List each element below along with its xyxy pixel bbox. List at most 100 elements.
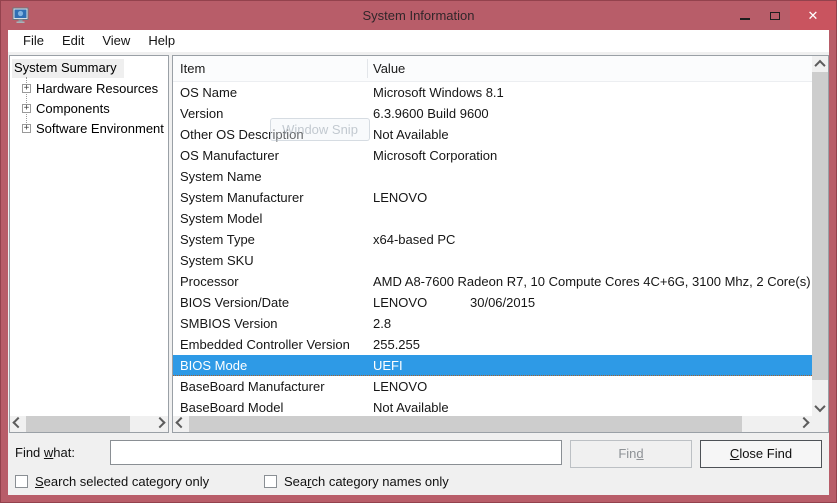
table-header: Item Value xyxy=(173,56,812,82)
table-row[interactable]: ProcessorAMD A8-7600 Radeon R7, 10 Compu… xyxy=(173,271,812,292)
value-cell: x64-based PC xyxy=(373,229,810,250)
column-header-item[interactable]: Item xyxy=(180,56,205,81)
table-horizontal-scrollbar[interactable] xyxy=(173,416,812,432)
table-row[interactable]: BIOS Mode UEFI xyxy=(173,355,812,376)
tree-item-hardware-resources[interactable]: +Hardware Resources xyxy=(10,78,168,98)
menu-bar: FileEditViewHelp xyxy=(8,30,829,52)
chevron-right-icon xyxy=(798,417,809,428)
value-cell: 255.255 xyxy=(373,334,810,355)
column-header-value[interactable]: Value xyxy=(373,56,405,81)
value-cell: Microsoft Corporation xyxy=(373,145,810,166)
search-category-names-label: Search category names only xyxy=(284,474,449,489)
column-divider[interactable] xyxy=(367,59,368,78)
find-what-label: Find what: xyxy=(15,441,75,465)
value2-cell: 30/06/2015 xyxy=(470,292,535,313)
scroll-left-button[interactable] xyxy=(10,416,26,432)
search-selected-category-option: Search selected category only xyxy=(15,474,209,489)
tree-item-label: Components xyxy=(36,101,110,116)
window-title: System Information xyxy=(1,1,836,30)
menu-file[interactable]: File xyxy=(14,31,53,51)
table-body: OS Name Microsoft Windows 8.1 Version 6.3.9… xyxy=(173,82,812,416)
item-cell: System Name xyxy=(180,166,262,187)
scrollbar-thumb[interactable] xyxy=(189,416,742,432)
table-row[interactable]: System Name xyxy=(173,166,812,187)
value-cell: LENOVO xyxy=(373,376,810,397)
value-cell: UEFI xyxy=(373,355,810,376)
table-row[interactable]: OS Name Microsoft Windows 8.1 xyxy=(173,82,812,103)
table-row[interactable]: Embedded Controller Version 255.255 xyxy=(173,334,812,355)
value-cell: AMD A8-7600 Radeon R7, 10 Compute Cores … xyxy=(373,271,810,292)
search-selected-category-checkbox[interactable] xyxy=(15,475,28,488)
item-cell: Version xyxy=(180,103,223,124)
value-cell: Microsoft Windows 8.1 xyxy=(373,82,810,103)
close-find-button[interactable]: Close Find xyxy=(700,440,822,468)
scrollbar-thumb[interactable] xyxy=(26,416,130,432)
search-category-names-checkbox[interactable] xyxy=(264,475,277,488)
item-cell: System Model xyxy=(180,208,262,229)
close-button[interactable]: ✕ xyxy=(790,1,836,30)
window-body: FileEditViewHelp System Summary +Hardwar… xyxy=(8,30,829,495)
table-row[interactable]: System Model xyxy=(173,208,812,229)
chevron-left-icon xyxy=(175,417,186,428)
item-cell: OS Manufacturer xyxy=(180,145,279,166)
table-row[interactable]: System Type x64-based PC xyxy=(173,229,812,250)
tree-item-software-environment[interactable]: + Software Environment xyxy=(10,118,168,138)
scrollbar-corner xyxy=(812,416,828,432)
item-cell: BaseBoard Model xyxy=(180,397,283,416)
expand-plus-icon[interactable]: + xyxy=(22,124,31,133)
search-category-names-option: Search category names only xyxy=(264,474,449,489)
chevron-right-icon xyxy=(154,417,165,428)
scroll-up-button[interactable] xyxy=(812,56,828,72)
tree-item-system-summary[interactable]: System Summary xyxy=(12,59,124,78)
table-row[interactable]: System SKU xyxy=(173,250,812,271)
table-row[interactable]: BaseBoard ModelNot Available xyxy=(173,397,812,416)
minimize-button[interactable] xyxy=(730,1,760,30)
table-row[interactable]: System Manufacturer LENOVO xyxy=(173,187,812,208)
item-cell: System Type xyxy=(180,229,255,250)
tree-item-label: Software Environment xyxy=(36,121,164,136)
value-cell: LENOVO xyxy=(373,187,810,208)
scrollbar-thumb[interactable] xyxy=(812,72,828,380)
value-cell: Not Available xyxy=(373,124,810,145)
find-input[interactable] xyxy=(110,440,562,465)
table-row[interactable]: BaseBoard Manufacturer LENOVO xyxy=(173,376,812,397)
item-cell: OS Name xyxy=(180,82,237,103)
table-row[interactable]: OS Manufacturer Microsoft Corporation xyxy=(173,145,812,166)
tree-horizontal-scrollbar[interactable] xyxy=(10,416,168,432)
scroll-down-button[interactable] xyxy=(812,400,828,416)
chevron-up-icon xyxy=(814,60,825,71)
tree-children: +Hardware Resources+Components+Software … xyxy=(10,78,168,138)
minimize-icon xyxy=(740,18,750,20)
window-controls: ✕ xyxy=(730,1,836,30)
menu-edit[interactable]: Edit xyxy=(53,31,93,51)
find-button[interactable]: Find xyxy=(570,440,692,468)
item-cell: BaseBoard Manufacturer xyxy=(180,376,325,397)
search-selected-category-label: Search selected category only xyxy=(35,474,209,489)
scroll-right-button[interactable] xyxy=(796,416,812,432)
table-row[interactable]: BIOS Version/DateLENOVO30/06/2015 xyxy=(173,292,812,313)
item-cell: BIOS Mode xyxy=(180,355,247,376)
table-row[interactable]: Other OS DescriptionNot Available xyxy=(173,124,812,145)
maximize-button[interactable] xyxy=(760,1,790,30)
category-tree-panel: System Summary +Hardware Resources+Compo… xyxy=(9,55,169,433)
menu-help[interactable]: Help xyxy=(139,31,184,51)
close-icon: ✕ xyxy=(808,8,819,24)
expand-plus-icon[interactable]: + xyxy=(22,84,31,93)
item-cell: Embedded Controller Version xyxy=(180,334,350,355)
details-table-panel: Item Value OS NameMicrosoft Windows 8.1V… xyxy=(172,55,829,433)
scroll-right-button[interactable] xyxy=(152,416,168,432)
tree-item-components[interactable]: + Components xyxy=(10,98,168,118)
item-cell: BIOS Version/Date xyxy=(180,292,289,313)
value-cell: 6.3.9600 Build 9600 xyxy=(373,103,810,124)
expand-plus-icon[interactable]: + xyxy=(22,104,31,113)
maximize-icon xyxy=(770,12,780,20)
chevron-left-icon xyxy=(12,417,23,428)
item-cell: System Manufacturer xyxy=(180,187,304,208)
menu-view[interactable]: View xyxy=(93,31,139,51)
table-row[interactable]: Version 6.3.9600 Build 9600 xyxy=(173,103,812,124)
table-row[interactable]: SMBIOS Version2.8 xyxy=(173,313,812,334)
vertical-scrollbar[interactable] xyxy=(812,56,828,416)
item-cell: SMBIOS Version xyxy=(180,313,278,334)
title-bar[interactable]: System Information ✕ xyxy=(1,1,836,30)
scroll-left-button[interactable] xyxy=(173,416,189,432)
